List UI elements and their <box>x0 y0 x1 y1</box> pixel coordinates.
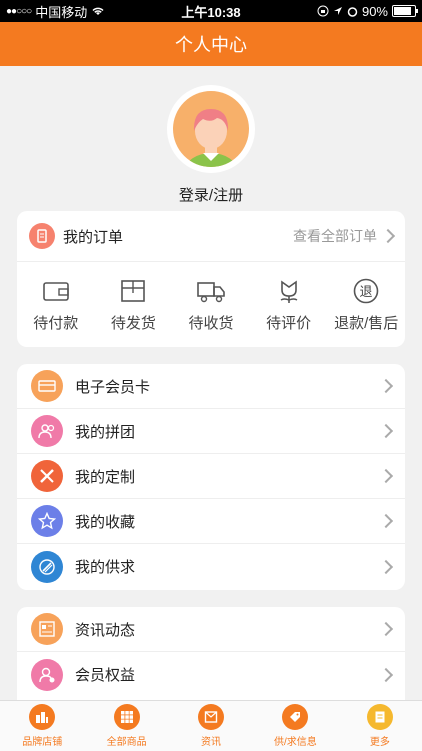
order-status-refund[interactable]: 退 退款/售后 <box>327 262 405 347</box>
compass-icon <box>31 550 63 583</box>
status-bar: ●●○○○ 中国移动 上午10:38 90% <box>0 0 422 22</box>
flower-icon <box>280 279 297 303</box>
tab-more[interactable]: 更多 <box>338 701 422 751</box>
menu-list-primary: 电子会员卡 我的拼团 我的定制 我的收藏 我的供求 <box>17 364 405 590</box>
order-status-label: 待评价 <box>266 314 312 332</box>
orders-card: 我的订单 查看全部订单 待付款 待发货 待收货 待评价 退 退款/售后 <box>17 211 405 347</box>
orders-title: 我的订单 <box>63 228 124 246</box>
menu-item-supply-demand[interactable]: 我的供求 <box>17 544 405 589</box>
menu-item-label: 电子会员卡 <box>75 378 151 396</box>
tab-supply-demand[interactable]: 供/求信息 <box>253 701 337 751</box>
menu-item-label: 我的拼团 <box>75 423 136 441</box>
menu-item-label: 我的定制 <box>75 468 136 486</box>
chevron-right-icon <box>380 228 396 244</box>
refund-icon: 退 <box>353 278 379 303</box>
lock-rotation-icon <box>317 5 329 17</box>
order-status-label: 待发货 <box>110 314 156 332</box>
location-icon <box>333 7 342 15</box>
chevron-right-icon <box>378 513 394 529</box>
menu-item-member-benefits[interactable]: 会员权益 <box>17 652 405 697</box>
orders-header[interactable]: 我的订单 查看全部订单 <box>17 211 405 262</box>
order-status-pending-shipment[interactable]: 待发货 <box>95 262 173 347</box>
order-status-label: 待付款 <box>33 314 79 332</box>
order-status-pending-review[interactable]: 待评价 <box>250 262 328 347</box>
newspaper-icon <box>198 704 225 730</box>
menu-item-favorites[interactable]: 我的收藏 <box>17 499 405 544</box>
menu-item-news[interactable]: 资讯动态 <box>17 607 405 652</box>
battery-icon <box>392 5 418 17</box>
order-status-pending-payment[interactable]: 待付款 <box>17 262 95 347</box>
pencil-ruler-icon <box>31 460 63 492</box>
order-status-label: 退款/售后 <box>334 314 399 332</box>
menu-item-label: 会员权益 <box>75 667 136 684</box>
nav-bar: 个人中心 <box>0 22 422 66</box>
group-icon <box>31 415 63 447</box>
avatar-image <box>173 91 249 167</box>
tab-label: 更多 <box>369 737 390 748</box>
tab-brand-shops[interactable]: 品牌店铺 <box>0 701 84 751</box>
view-all-orders-link[interactable]: 查看全部订单 <box>293 226 377 246</box>
card-icon <box>31 370 63 402</box>
menu-item-custom[interactable]: 我的定制 <box>17 454 405 499</box>
menu-item-label: 资讯动态 <box>75 621 136 639</box>
signal-icon: ●●○○○ <box>6 5 32 17</box>
tab-label: 资讯 <box>201 737 222 748</box>
battery-percent: 90% <box>361 3 388 19</box>
menu-item-label: 我的收藏 <box>75 513 136 531</box>
more-icon <box>366 704 393 730</box>
tab-label: 品牌店铺 <box>22 737 63 748</box>
tab-all-products[interactable]: 全部商品 <box>84 701 168 751</box>
chevron-right-icon <box>378 468 394 484</box>
tab-label: 全部商品 <box>106 737 147 748</box>
tab-news[interactable]: 资讯 <box>169 701 253 751</box>
order-status-label: 待收货 <box>188 314 234 332</box>
profile-header: 登录/注册 <box>0 66 422 211</box>
grid-icon <box>113 704 140 730</box>
star-icon <box>31 505 63 537</box>
order-status-pending-receipt[interactable]: 待收货 <box>172 262 250 347</box>
truck-icon <box>197 281 225 302</box>
svg-text:退: 退 <box>360 285 373 300</box>
chevron-right-icon <box>378 559 394 574</box>
menu-item-member-card[interactable]: 电子会员卡 <box>17 364 405 409</box>
member-icon <box>31 658 63 691</box>
tag-icon <box>282 704 309 730</box>
menu-item-label: 我的供求 <box>75 559 136 576</box>
news-icon <box>31 613 63 645</box>
wallet-icon <box>42 281 69 301</box>
carrier-name: 中国移动 <box>35 4 88 20</box>
menu-item-group-buy[interactable]: 我的拼团 <box>17 409 405 454</box>
avatar[interactable] <box>170 88 252 170</box>
login-register-link[interactable]: 登录/注册 <box>0 184 422 205</box>
chevron-right-icon <box>378 423 394 439</box>
tab-bar: 品牌店铺 全部商品 资讯 供/求信息 更多 <box>0 700 422 751</box>
wifi-icon <box>92 7 104 15</box>
shop-icon <box>29 704 56 730</box>
tab-label: 供/求信息 <box>274 737 317 748</box>
page-title: 个人中心 <box>175 35 247 55</box>
box-icon <box>121 279 146 302</box>
order-status-row: 待付款 待发货 待收货 待评价 退 退款/售后 <box>17 262 405 347</box>
order-document-icon <box>29 223 55 249</box>
chevron-right-icon <box>378 621 394 637</box>
chevron-right-icon <box>378 667 394 682</box>
alarm-icon <box>347 6 358 17</box>
chevron-right-icon <box>378 378 394 394</box>
